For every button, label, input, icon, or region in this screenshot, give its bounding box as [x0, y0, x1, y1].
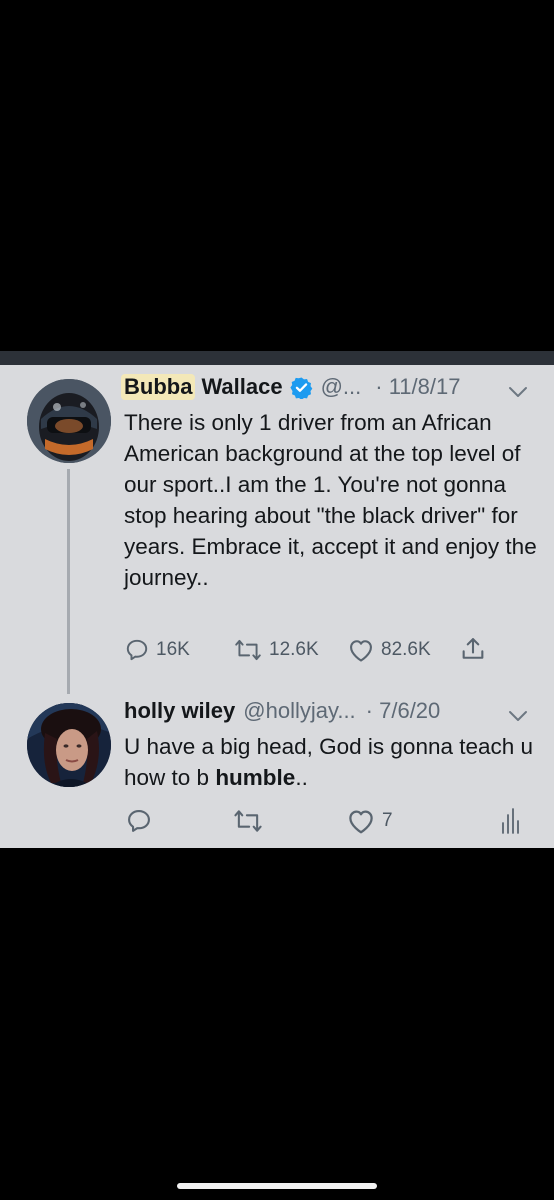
reply-count: 16K [156, 639, 190, 660]
reply-author-name[interactable]: holly wiley [124, 698, 235, 724]
top-divider [0, 351, 554, 365]
retweet-count: 12.6K [269, 639, 319, 660]
retweet-icon [234, 810, 262, 832]
like-icon [350, 640, 372, 662]
reply-button[interactable]: 16K [124, 637, 190, 663]
avatar-holly-wiley[interactable] [27, 703, 111, 787]
reply-header: holly wiley @hollyjay... · 7/6/20 [124, 698, 440, 724]
share-button[interactable] [459, 635, 487, 663]
avatar-bubba-wallace[interactable] [27, 379, 111, 463]
reply-text-plain: U have a big head, God is gonna teach u … [124, 734, 534, 790]
retweet-button[interactable]: 12.6K [233, 637, 319, 663]
analytics-button[interactable] [498, 805, 522, 835]
author-handle[interactable]: @... [321, 374, 362, 400]
tweet-thread-card: Bubba Wallace @... · 11/8/17 There is on… [0, 365, 554, 848]
tweet-text: There is only 1 driver from an African A… [124, 410, 537, 590]
retweet-button[interactable] [232, 807, 270, 835]
reply-icon [126, 639, 148, 661]
home-indicator[interactable] [177, 1183, 377, 1189]
reply-text: U have a big head, God is gonna teach u … [124, 731, 544, 793]
author-name-highlighted[interactable]: Bubba [121, 374, 196, 400]
like-button[interactable]: 7 [346, 807, 393, 835]
reply-text-end: .. [295, 765, 308, 790]
reply-author-handle[interactable]: @hollyjay... [243, 698, 355, 724]
chevron-down-icon[interactable] [507, 709, 529, 723]
reply-text-bold: humble [215, 765, 296, 790]
reply-button[interactable] [124, 807, 160, 835]
chevron-down-icon[interactable] [507, 385, 529, 399]
tweet-header: Bubba Wallace @... · 11/8/17 [121, 374, 460, 400]
like-icon [349, 810, 373, 834]
like-button[interactable]: 82.6K [347, 637, 431, 663]
verified-badge-icon [289, 376, 313, 400]
tweet-date[interactable]: · 11/8/17 [375, 374, 460, 400]
analytics-icon [502, 808, 519, 834]
reply-date[interactable]: · 7/6/20 [366, 698, 441, 724]
share-icon [462, 638, 484, 659]
reply-icon [128, 810, 150, 832]
thread-line [67, 469, 70, 694]
like-count: 82.6K [381, 639, 431, 660]
retweet-icon [235, 639, 261, 661]
author-name[interactable]: Wallace [201, 374, 282, 400]
like-count: 7 [382, 810, 393, 831]
